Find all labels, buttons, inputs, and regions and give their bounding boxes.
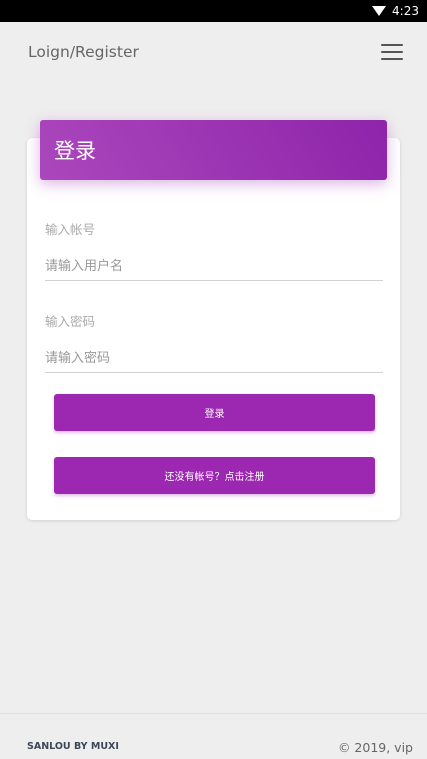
- login-button[interactable]: 登录: [54, 394, 375, 431]
- status-time: 4:23: [392, 4, 419, 18]
- register-button[interactable]: 还没有帐号？点击注册: [54, 457, 375, 494]
- password-input[interactable]: [45, 344, 383, 373]
- account-field: 输入帐号: [45, 219, 383, 281]
- password-field: 输入密码: [45, 311, 383, 373]
- login-card-header: 登录: [40, 120, 387, 180]
- account-label: 输入帐号: [45, 222, 96, 237]
- footer: SANLOU BY MUXI © 2019, vip: [0, 713, 427, 759]
- wifi-icon: [372, 6, 387, 16]
- menu-line: [381, 51, 403, 53]
- footer-brand: SANLOU BY MUXI: [27, 741, 119, 752]
- footer-copyright: © 2019, vip: [337, 740, 413, 755]
- login-card-title: 登录: [54, 139, 96, 163]
- hamburger-menu-icon[interactable]: [381, 44, 403, 60]
- status-bar: 4:23: [0, 0, 427, 22]
- app-bar: Loign/Register: [0, 22, 427, 82]
- password-label: 输入密码: [45, 314, 96, 329]
- account-input[interactable]: [45, 252, 383, 281]
- menu-line: [381, 58, 403, 60]
- app-title: Loign/Register: [28, 43, 139, 61]
- menu-line: [381, 44, 403, 46]
